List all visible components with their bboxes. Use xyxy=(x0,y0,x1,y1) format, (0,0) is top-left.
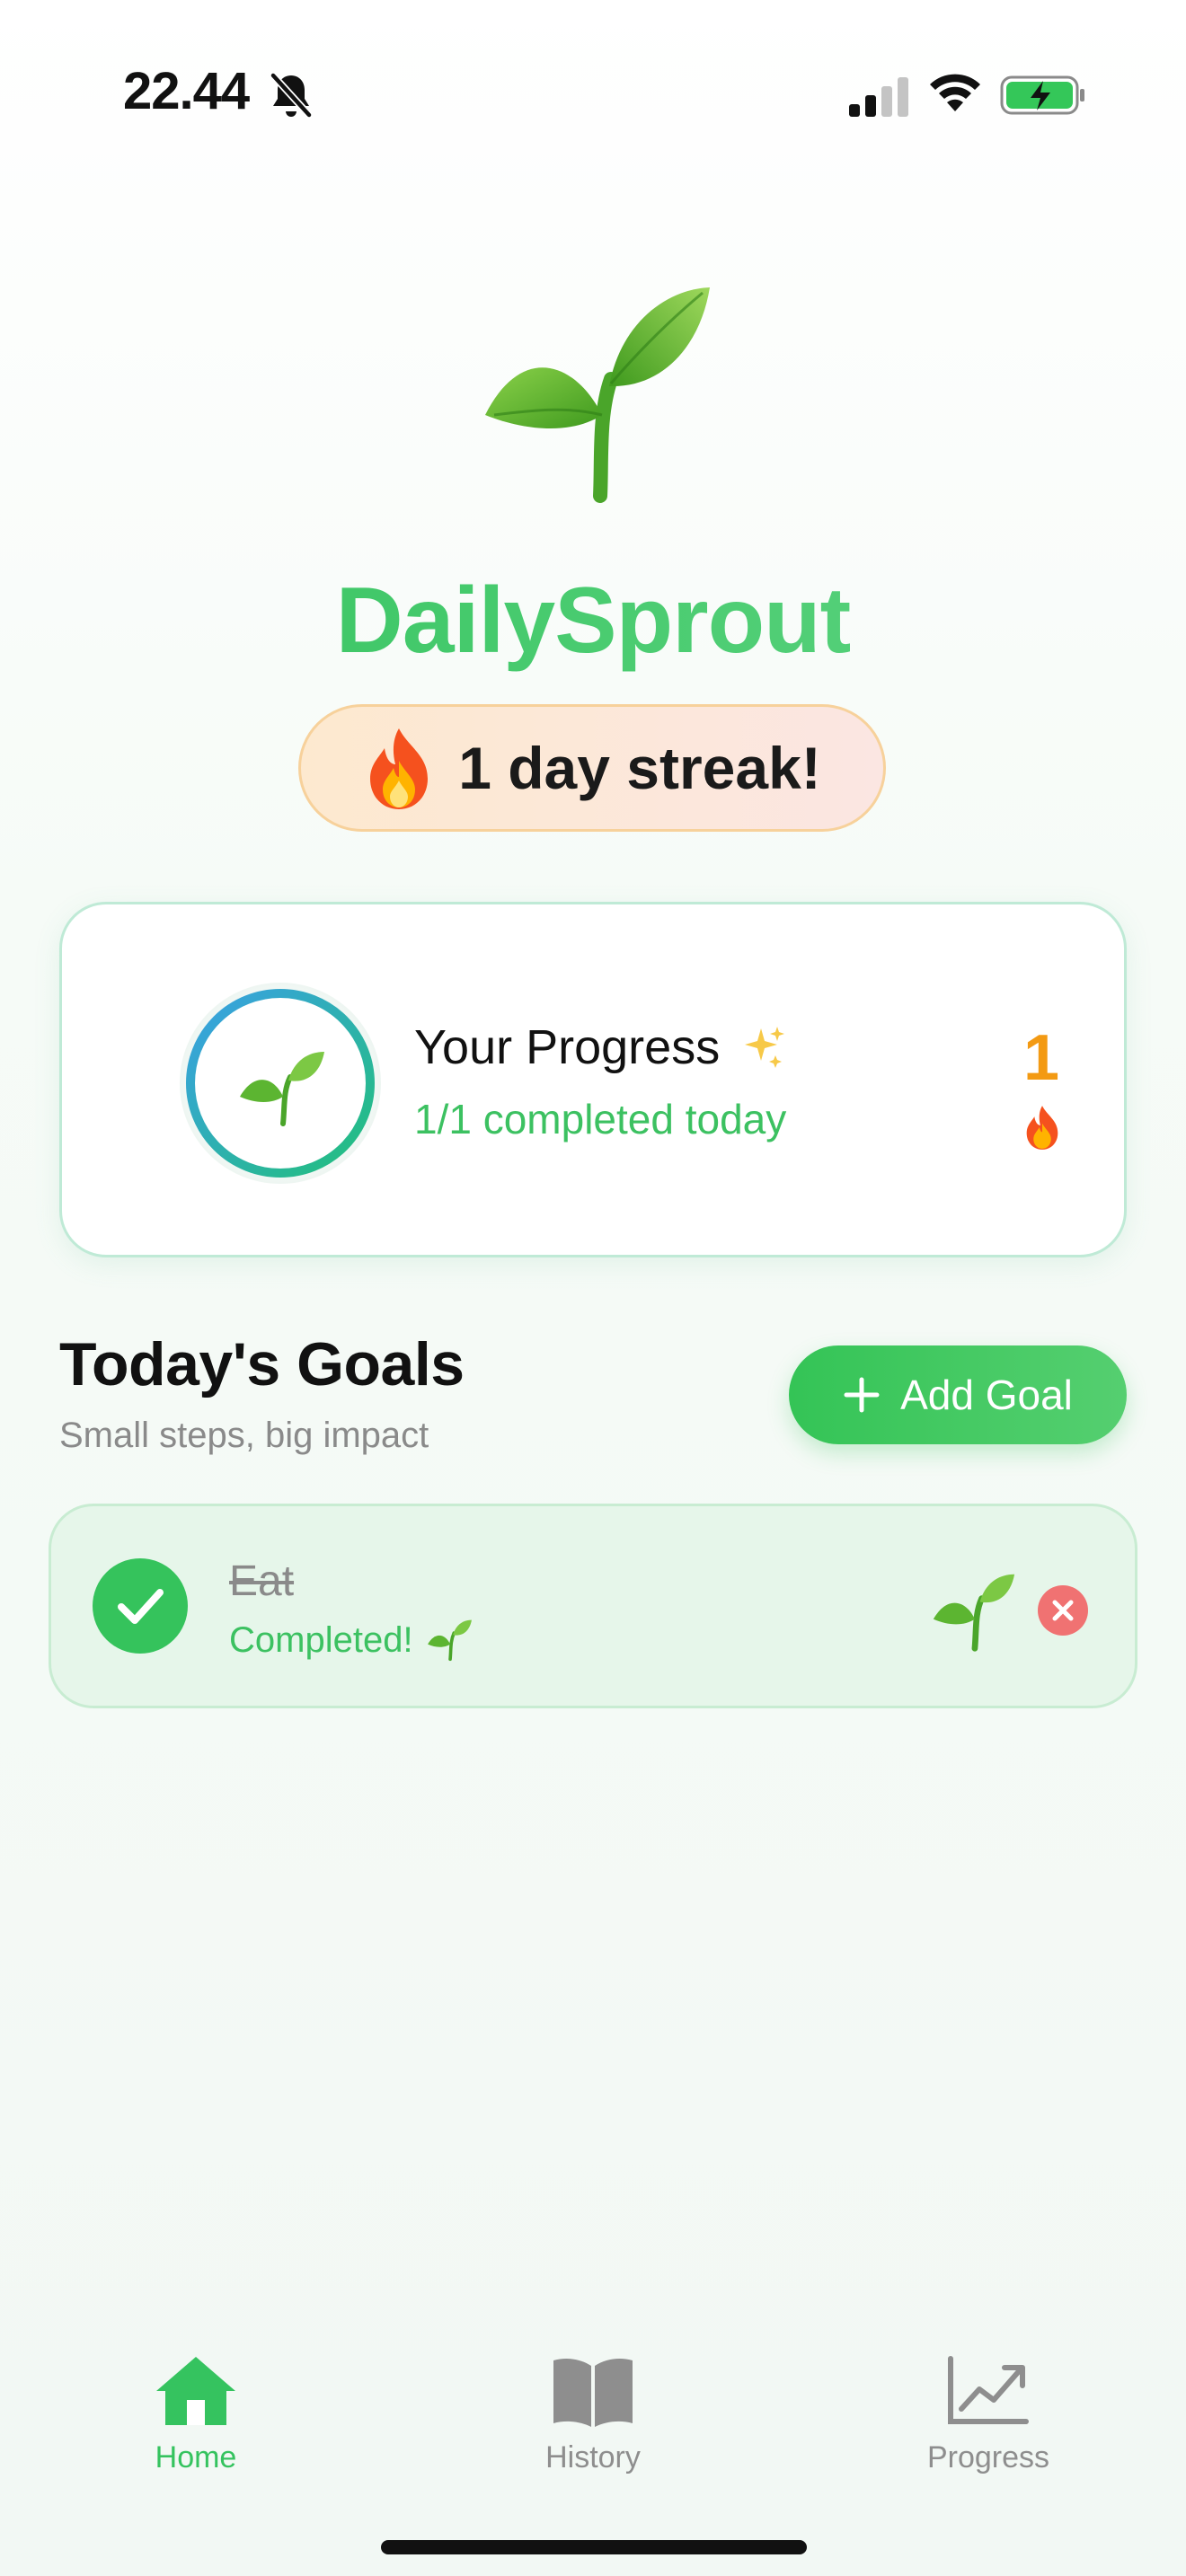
home-indicator xyxy=(381,2540,807,2554)
house-icon xyxy=(156,2357,235,2425)
tab-label-progress: Progress xyxy=(926,2440,1050,2475)
goals-section-subtitle: Small steps, big impact xyxy=(59,1416,429,1455)
sprout-icon xyxy=(933,1574,1015,1652)
tab-label-history: History xyxy=(545,2440,641,2475)
tab-home[interactable]: Home xyxy=(88,2353,304,2475)
sprout-icon xyxy=(485,287,710,503)
progress-card: Your Progress 1/1 completed today 1 xyxy=(59,902,1127,1257)
goal-status: Completed! xyxy=(229,1619,413,1660)
add-goal-label: Add Goal xyxy=(900,1372,1073,1418)
add-goal-button[interactable]: Add Goal xyxy=(789,1345,1127,1444)
goal-name: Eat xyxy=(229,1557,295,1605)
app-title: DailySprout xyxy=(0,568,1186,675)
bell-slash-icon xyxy=(270,72,313,119)
progress-ring xyxy=(180,983,381,1184)
streak-badge: 1 day streak! xyxy=(298,704,886,832)
streak-text: 1 day streak! xyxy=(458,735,821,801)
goal-item[interactable]: Eat Completed! xyxy=(49,1504,1137,1708)
progress-title: Your Progress xyxy=(414,1020,721,1074)
tab-history[interactable]: History xyxy=(485,2353,701,2475)
wifi-icon xyxy=(930,74,980,111)
tab-progress[interactable]: Progress xyxy=(881,2353,1096,2475)
streak-count: 1 xyxy=(1022,1022,1059,1094)
delete-goal-button[interactable] xyxy=(1038,1585,1088,1636)
chart-icon xyxy=(948,2356,1029,2424)
tab-label-home: Home xyxy=(155,2440,237,2475)
goals-section-title: Today's Goals xyxy=(59,1330,465,1398)
progress-subtitle: 1/1 completed today xyxy=(414,1096,787,1142)
cellular-signal-icon xyxy=(849,77,908,117)
fire-icon xyxy=(1026,1106,1058,1150)
close-icon xyxy=(1052,1600,1074,1621)
status-time: 22.44 xyxy=(123,62,250,120)
plus-icon xyxy=(844,1377,880,1413)
goal-checkbox[interactable] xyxy=(93,1558,188,1654)
sparkles-icon xyxy=(745,1027,785,1068)
book-icon xyxy=(553,2359,633,2427)
fire-icon xyxy=(370,728,429,809)
sprout-icon xyxy=(427,1619,472,1662)
battery-charging-icon xyxy=(1000,75,1084,115)
checkmark-icon xyxy=(118,1589,164,1624)
